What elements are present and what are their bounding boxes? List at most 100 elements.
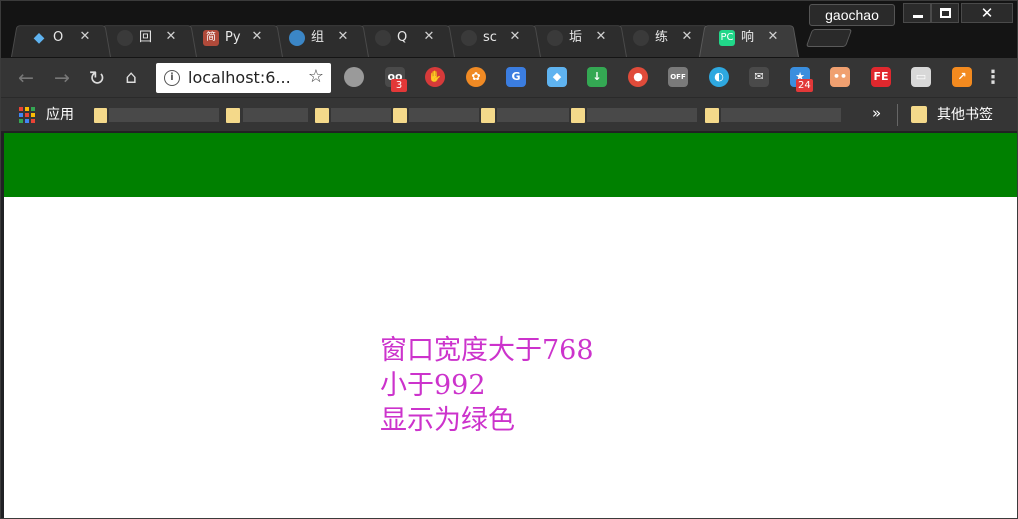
obscured-bookmark-label[interactable] <box>243 108 308 122</box>
translate-icon-glyph: G <box>506 67 526 87</box>
url-text[interactable]: localhost:6... <box>188 68 306 88</box>
diamond-icon[interactable]: ◆ <box>547 67 567 87</box>
tab[interactable]: sc ✕ <box>441 21 541 57</box>
globe-icon-glyph: ◐ <box>709 67 729 87</box>
tab-close-icon[interactable]: ✕ <box>421 29 437 45</box>
download-arrow-icon[interactable]: ↓ <box>587 67 607 87</box>
apps-grid-dot <box>19 107 23 111</box>
tab-close-icon[interactable]: ✕ <box>249 29 265 45</box>
face-icon[interactable]: •• <box>830 67 850 87</box>
tab-close-icon[interactable]: ✕ <box>163 29 179 45</box>
folder-icon[interactable] <box>571 108 585 123</box>
tab-strip: ◆ O ✕ 回 ✕ 简 Py ✕ 组 ✕ Q ✕ sc ✕ 垢 ✕ 练 ✕ PC 响 ✕ <box>11 21 871 57</box>
browser-window: gaochao ✕ ◆ O ✕ 回 ✕ 简 Py ✕ 组 ✕ Q ✕ sc ✕ 垢 ✕ 练 ✕ PC 响 ✕ ← → ↻… <box>0 0 1018 519</box>
folder-icon[interactable] <box>94 108 107 123</box>
address-bar[interactable]: i localhost:6... ☆ <box>156 63 331 93</box>
new-tab-button[interactable] <box>805 29 853 47</box>
reload-button[interactable]: ↻ <box>84 65 110 91</box>
minimize-button[interactable] <box>903 3 931 23</box>
tab-close-icon[interactable]: ✕ <box>765 29 781 45</box>
trend-chart-icon[interactable]: ↗ <box>952 67 972 87</box>
toolbar: ← → ↻ ⌂ i localhost:6... ☆ oo 3 ✋ ✿ G ◆ ↓ ● OFF ◐… <box>1 58 1017 98</box>
close-window-button[interactable]: ✕ <box>961 3 1013 23</box>
pycharm-icon: PC <box>719 30 735 46</box>
bookmark-star-icon[interactable]: ☆ <box>306 67 326 87</box>
tab-title: O <box>53 30 64 45</box>
fe-icon[interactable]: FE <box>871 67 891 87</box>
folder-icon[interactable] <box>226 108 240 123</box>
map-pin-icon[interactable]: ● <box>628 67 648 87</box>
tab[interactable]: 组 ✕ <box>269 21 369 57</box>
trend-chart-icon-glyph: ↗ <box>952 67 972 87</box>
cloud-icon[interactable] <box>344 67 364 87</box>
tab-close-icon[interactable]: ✕ <box>593 29 609 45</box>
obscured-bookmark-label[interactable] <box>109 108 219 122</box>
tab[interactable]: 简 Py ✕ <box>183 21 283 57</box>
tab-close-icon[interactable]: ✕ <box>507 29 523 45</box>
mail-icon[interactable]: ✉ <box>749 67 769 87</box>
apps-bookmark[interactable]: 应用 <box>46 106 74 124</box>
tab-close-icon[interactable]: ✕ <box>335 29 351 45</box>
off-icon[interactable]: OFF <box>668 67 688 87</box>
home-button[interactable]: ⌂ <box>118 65 144 91</box>
apps-grid-dot <box>31 119 35 123</box>
minimize-icon <box>913 15 923 18</box>
map-pin-icon-glyph: ● <box>628 67 648 87</box>
obscured-bookmark-label[interactable] <box>721 108 841 122</box>
oo-icon[interactable]: oo 3 <box>385 67 407 92</box>
other-bookmarks[interactable]: 其他书签 <box>937 106 993 124</box>
apps-grid-dot <box>19 113 23 117</box>
folder-icon[interactable] <box>481 108 495 123</box>
apps-grid-dot <box>25 113 29 117</box>
message-line: 小于992 <box>380 370 486 401</box>
tab[interactable]: 练 ✕ <box>613 21 713 57</box>
pinwheel-icon[interactable]: ✿ <box>466 67 486 87</box>
tab-close-icon[interactable]: ✕ <box>77 29 93 45</box>
window-icon[interactable]: ▭ <box>911 67 931 87</box>
apps-grid-icon[interactable] <box>19 107 35 123</box>
tab-title: 响 <box>741 30 755 45</box>
star-icon[interactable]: ★ 24 <box>790 67 813 92</box>
tab-title: Q <box>397 30 408 45</box>
forward-button[interactable]: → <box>49 65 75 91</box>
menu-button[interactable]: ⋮ <box>983 65 1003 91</box>
obscured-bookmark-label[interactable] <box>587 108 697 122</box>
obscured-bookmark-label[interactable] <box>331 108 391 122</box>
folder-icon[interactable] <box>911 106 927 123</box>
obscured-bookmark-label[interactable] <box>497 108 569 122</box>
apps-grid-dot <box>31 113 35 117</box>
tab[interactable]: 垢 ✕ <box>527 21 627 57</box>
back-button[interactable]: ← <box>13 65 39 91</box>
github-icon <box>547 30 563 46</box>
extension-badge: 3 <box>391 79 407 92</box>
mail-icon-glyph: ✉ <box>749 67 769 87</box>
window-icon-glyph: ▭ <box>911 67 931 87</box>
folder-icon[interactable] <box>705 108 719 123</box>
fe-icon-glyph: FE <box>871 67 891 87</box>
title-bar: gaochao ✕ ◆ O ✕ 回 ✕ 简 Py ✕ 组 ✕ Q ✕ sc ✕ 垢 ✕ 练 ✕ PC 响 ✕ <box>1 1 1017 59</box>
jianshu-icon: 简 <box>203 30 219 46</box>
translate-icon[interactable]: G <box>506 67 526 87</box>
maximize-button[interactable] <box>931 3 959 23</box>
folder-icon[interactable] <box>315 108 329 123</box>
folder-icon[interactable] <box>393 108 407 123</box>
tab-close-icon[interactable]: ✕ <box>679 29 695 45</box>
tab[interactable]: 回 ✕ <box>97 21 197 57</box>
tab[interactable]: ◆ O ✕ <box>11 21 111 57</box>
tab-title: 回 <box>139 30 153 45</box>
obscured-bookmark-label[interactable] <box>409 108 479 122</box>
adblock-hand-icon[interactable]: ✋ <box>425 67 445 87</box>
cloud-icon-glyph <box>344 67 364 87</box>
green-banner <box>4 133 1017 197</box>
bookmarks-bar: 应用 » 其他书签 <box>1 98 1017 132</box>
info-icon[interactable]: i <box>164 70 180 86</box>
more-bookmarks-button[interactable]: » <box>872 104 881 122</box>
tab[interactable]: PC 响 ✕ <box>699 21 799 57</box>
maximize-icon <box>940 8 951 18</box>
tab-title: 组 <box>311 30 325 45</box>
globe-icon[interactable]: ◐ <box>709 67 729 87</box>
tab[interactable]: Q ✕ <box>355 21 455 57</box>
github-icon <box>117 30 133 46</box>
github-icon <box>633 30 649 46</box>
tab-title: 练 <box>655 30 669 45</box>
